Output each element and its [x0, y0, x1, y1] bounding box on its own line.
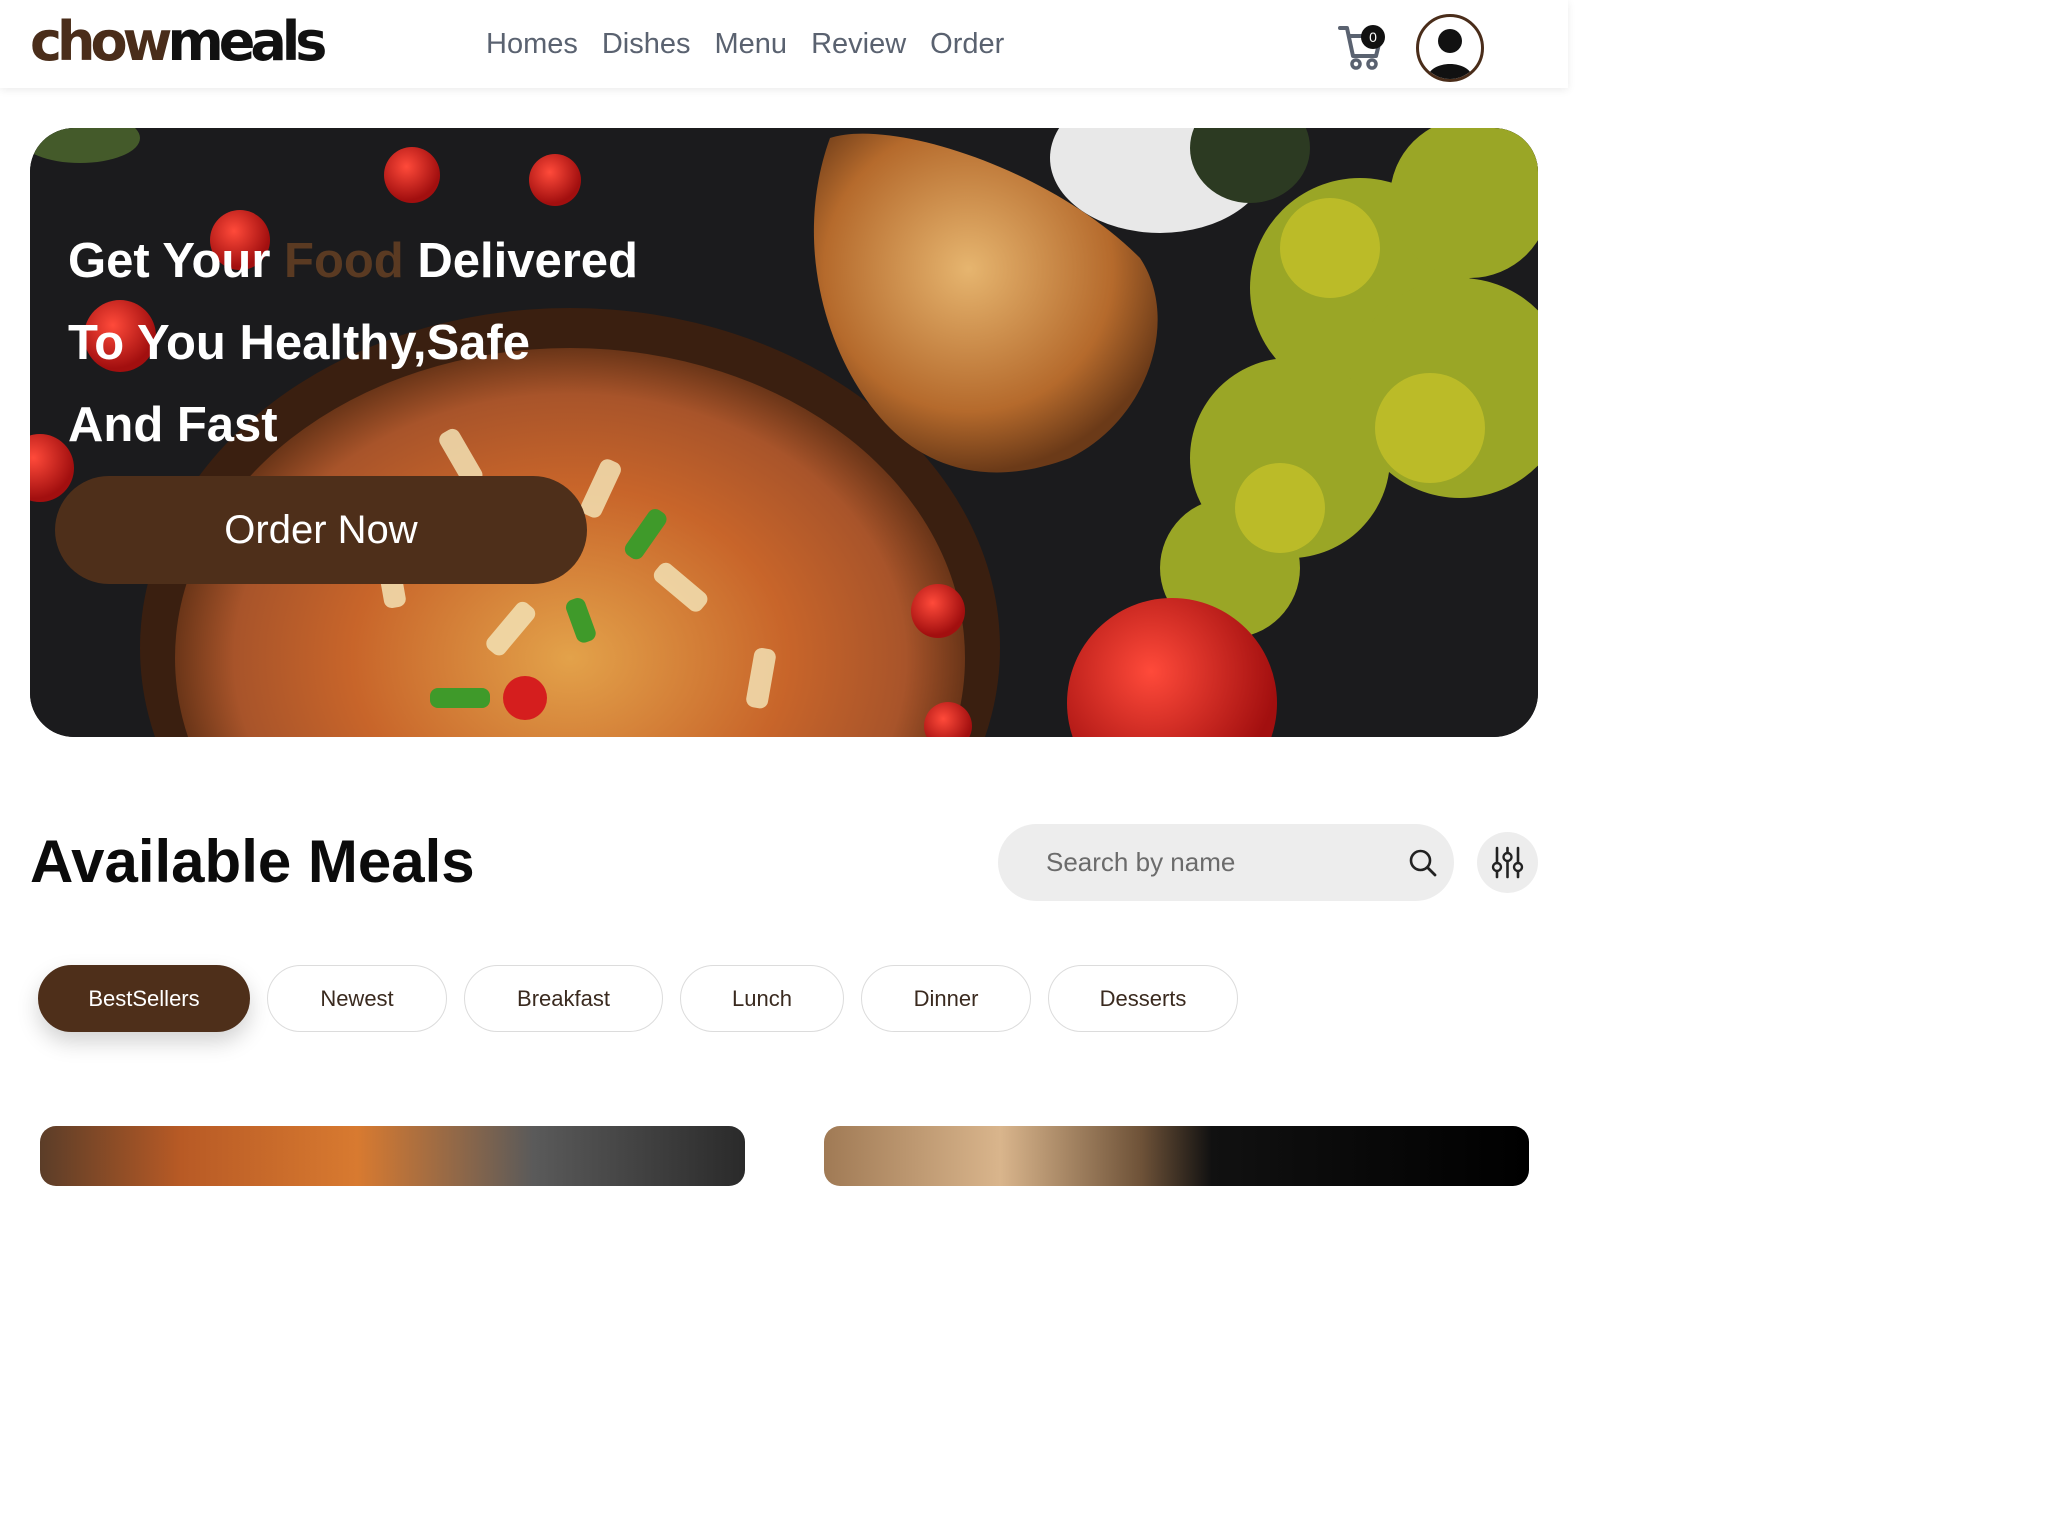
brand-logo[interactable]: chowmeals — [30, 10, 327, 73]
chip-desserts[interactable]: Desserts — [1048, 965, 1238, 1032]
nav-link-review[interactable]: Review — [811, 24, 906, 64]
nav-link-dishes[interactable]: Dishes — [602, 24, 691, 64]
nav-link-order[interactable]: Order — [930, 24, 1004, 64]
user-avatar-icon — [1427, 29, 1473, 79]
cart-count-badge: 0 — [1361, 25, 1385, 49]
chip-bestsellers[interactable]: BestSellers — [38, 965, 250, 1032]
search-icon[interactable] — [1408, 848, 1438, 878]
search-input[interactable]: Search by name — [998, 824, 1454, 901]
chip-lunch[interactable]: Lunch — [680, 965, 844, 1032]
hero-line1-start: Get Your — [68, 234, 285, 288]
chip-dinner[interactable]: Dinner — [861, 965, 1031, 1032]
logo-part-chow: chow — [30, 10, 172, 73]
top-navbar: chowmeals Homes Dishes Menu Review Order… — [0, 0, 1568, 88]
meal-card-image[interactable] — [824, 1126, 1529, 1186]
nav-link-homes[interactable]: Homes — [486, 24, 578, 64]
filter-sliders-icon — [1491, 846, 1524, 879]
hero-line3: And Fast — [68, 398, 278, 452]
order-now-button[interactable]: Order Now — [55, 476, 587, 584]
meal-card-image[interactable] — [40, 1126, 745, 1186]
nav-link-menu[interactable]: Menu — [715, 24, 788, 64]
chip-breakfast[interactable]: Breakfast — [464, 965, 663, 1032]
hero-banner: Get Your Food Delivered To You Healthy,S… — [30, 128, 1538, 737]
hero-line1-end: Delivered — [403, 234, 638, 288]
chip-newest[interactable]: Newest — [267, 965, 447, 1032]
hero-headline: Get Your Food Delivered To You Healthy,S… — [68, 220, 768, 466]
user-avatar[interactable] — [1416, 14, 1484, 82]
cart-button[interactable]: 0 — [1338, 22, 1388, 72]
main-nav: Homes Dishes Menu Review Order — [486, 24, 1004, 64]
category-chips: BestSellers Newest Breakfast Lunch Dinne… — [38, 965, 1238, 1032]
search-placeholder: Search by name — [1046, 847, 1236, 877]
section-title-available-meals: Available Meals — [30, 828, 475, 895]
hero-line2: To You Healthy,Safe — [68, 316, 530, 370]
hero-accent-word: Food — [284, 234, 404, 288]
logo-part-meals: meals — [167, 10, 327, 73]
filter-button[interactable] — [1477, 832, 1538, 893]
